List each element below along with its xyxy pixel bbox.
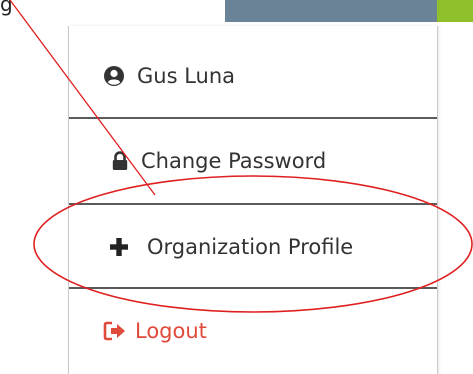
menu-item-change-password[interactable]: Change Password [69,119,473,203]
lock-icon [111,151,129,171]
menu-item-user-profile[interactable]: Gus Luna [69,34,471,118]
user-circle-icon [103,65,125,87]
menu-item-label-change-password: Change Password [141,149,327,173]
menu-item-label-user: Gus Luna [137,64,236,88]
partial-heading-text: g [0,0,13,16]
header-bar-green [437,0,473,22]
logout-icon [103,321,127,341]
user-dropdown-menu: Gus Luna Change Password Organization Pr… [68,26,438,374]
menu-item-label-organization-profile: Organization Profile [147,235,354,259]
plus-icon [109,237,129,257]
header-bar-slate [225,0,437,22]
menu-item-label-logout: Logout [135,319,207,343]
menu-item-logout[interactable]: Logout [69,289,471,373]
menu-item-organization-profile[interactable]: Organization Profile [69,205,473,289]
